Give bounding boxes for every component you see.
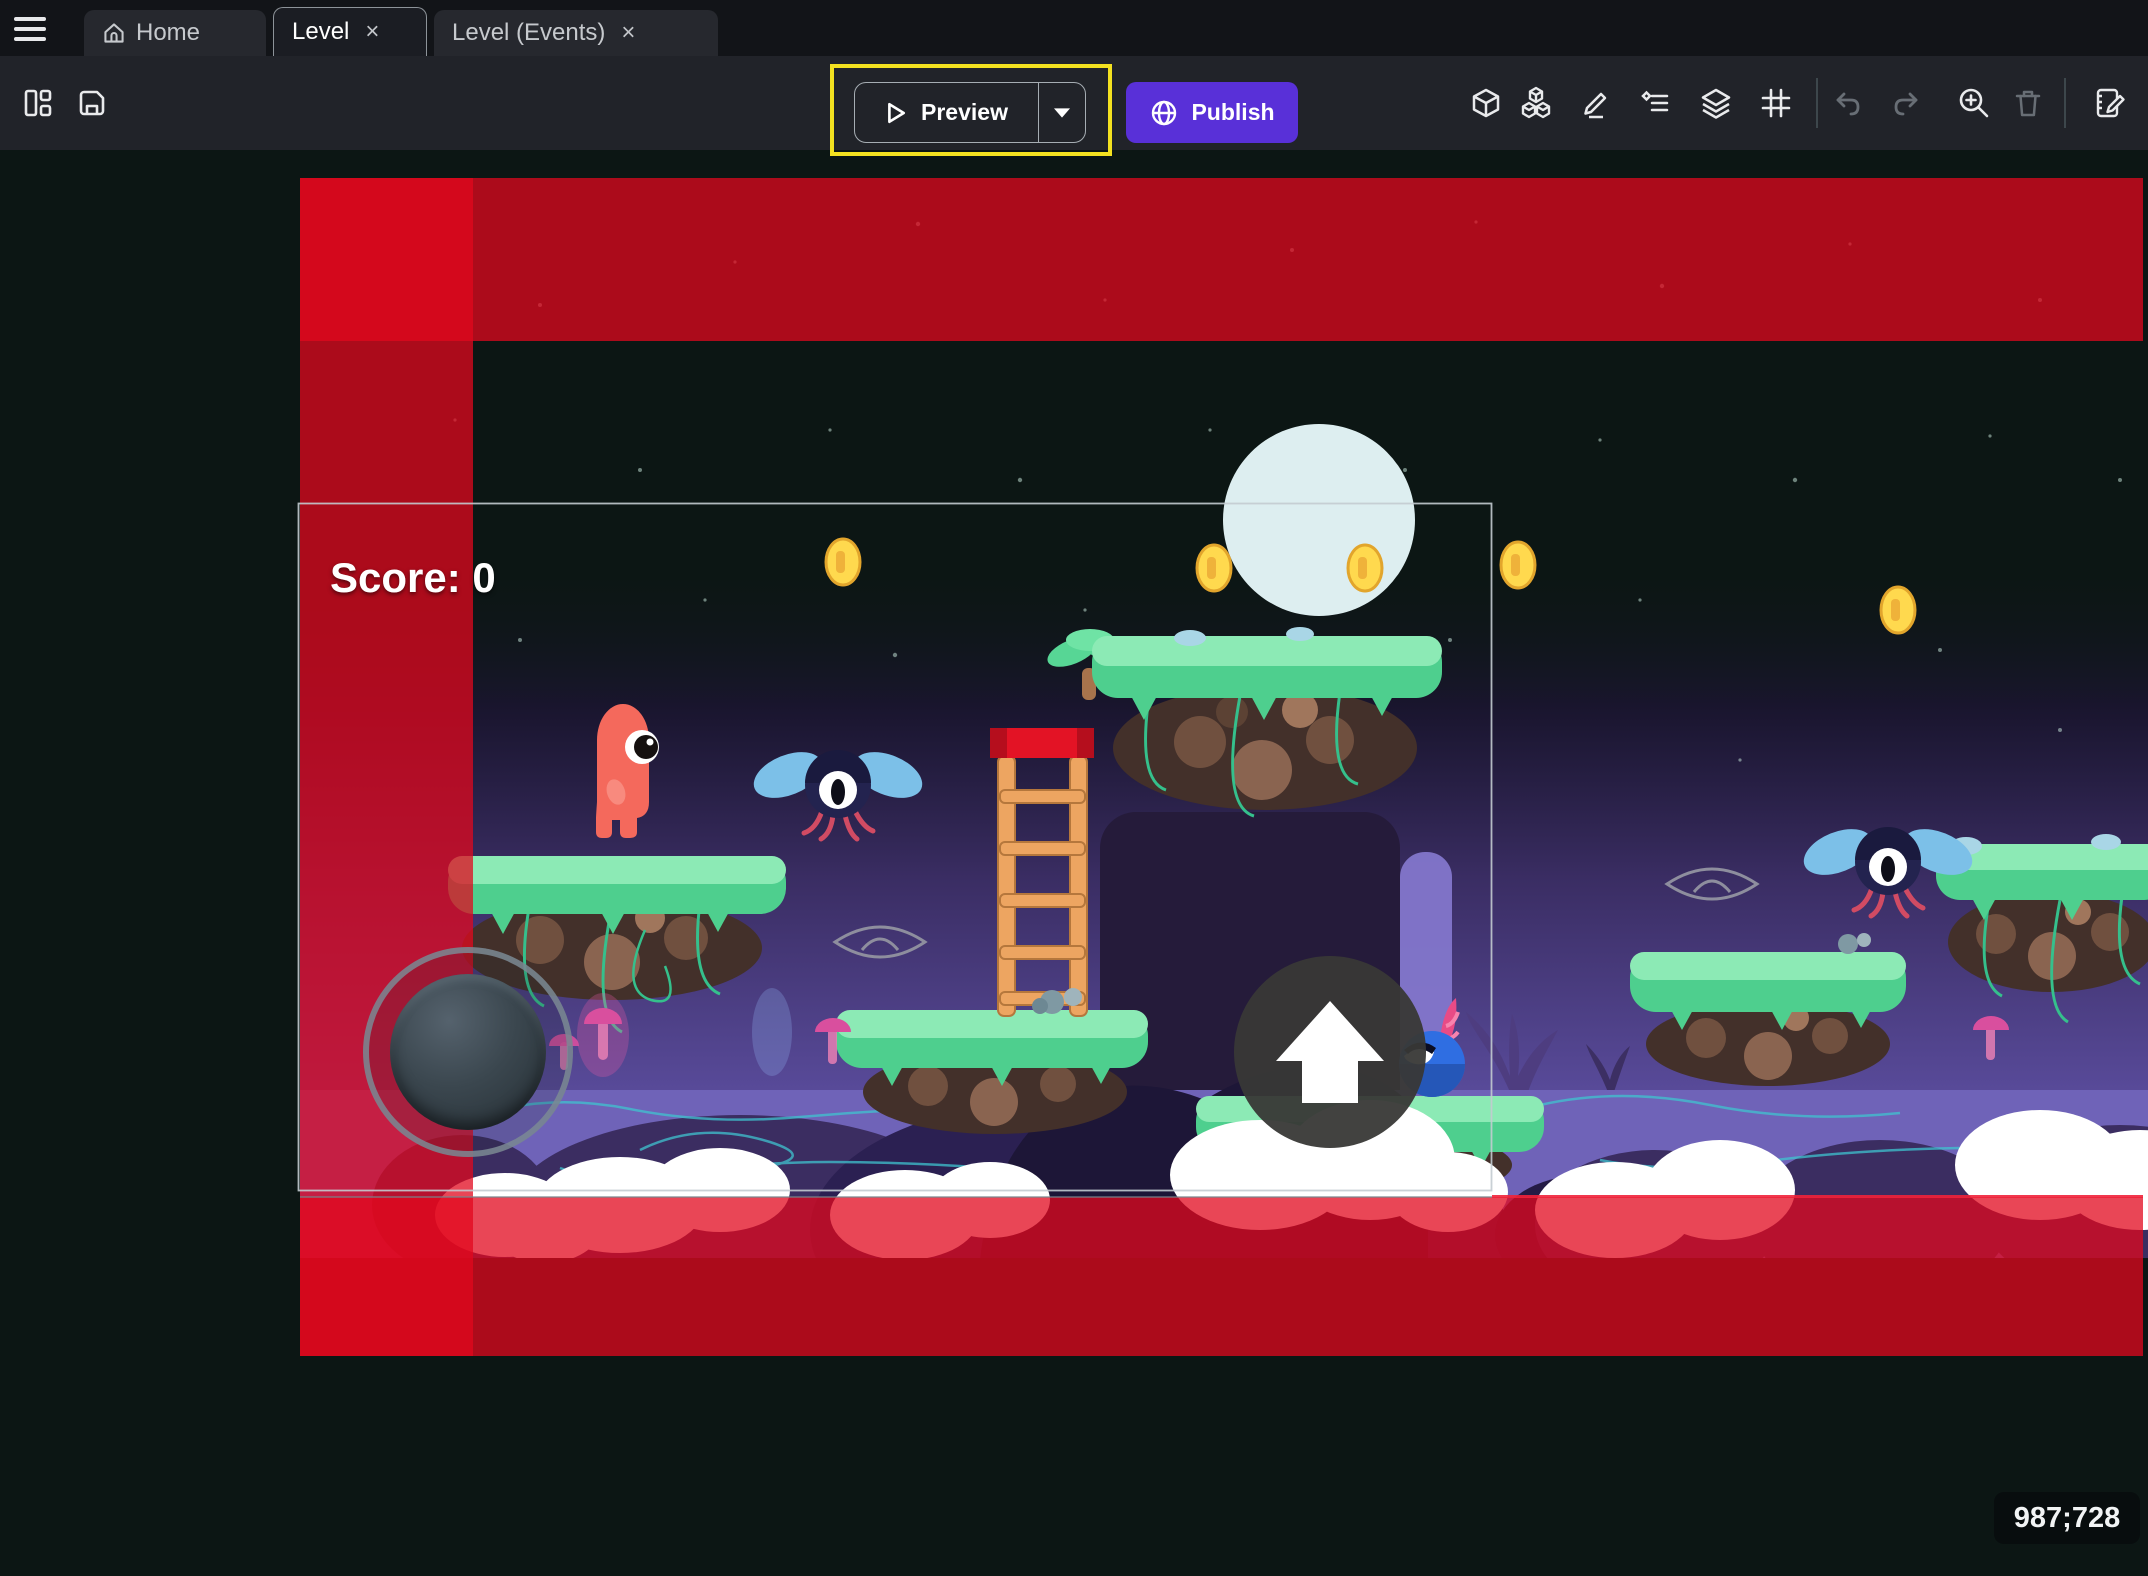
edit-pencil-icon[interactable] [1574,81,1618,125]
joystick-control[interactable] [363,947,573,1157]
score-text: Score: 0 [330,554,496,602]
toolbar-divider [2064,78,2066,128]
hazard-zone-bottom [300,1197,2143,1356]
preview-dropdown-button[interactable] [1038,83,1085,142]
toolbar: Preview Publish [0,56,2148,150]
tab-home[interactable]: Home [84,10,266,56]
island [1630,933,1906,1086]
instances-list-icon[interactable] [1634,81,1678,125]
scene-notes-icon[interactable] [2087,81,2131,125]
tab-level-events-label: Level (Events) [452,19,605,47]
tab-bar: Home Level × Level (Events) × [0,0,2148,56]
hazard-zone-top [300,178,2143,341]
undo-icon[interactable] [1825,81,1869,125]
trash-icon[interactable] [2006,81,2050,125]
play-icon [885,101,907,125]
hazard-zone-left [300,178,473,1356]
globe-icon [1149,98,1179,128]
preview-button[interactable]: Preview [854,82,1086,143]
chevron-down-icon [1054,108,1070,118]
tab-home-label: Home [136,19,200,47]
add-object-icon[interactable] [1464,81,1508,125]
object-groups-icon[interactable] [1514,81,1558,125]
joystick-knob[interactable] [390,974,546,1130]
publish-button[interactable]: Publish [1126,82,1298,143]
layers-icon[interactable] [1694,81,1738,125]
cursor-coordinates: 987;728 [1994,1492,2140,1544]
close-icon[interactable]: × [365,20,379,44]
panels-icon[interactable] [16,81,60,125]
tab-level-label: Level [292,18,349,46]
scene-editor-canvas[interactable]: Score: 0 987;728 [0,150,2148,1576]
game-scene [0,150,2148,1576]
tab-level-events[interactable]: Level (Events) × [434,10,718,56]
close-icon[interactable]: × [621,21,635,45]
zoom-in-icon[interactable] [1952,81,1996,125]
toolbar-divider [1816,78,1818,128]
preview-label: Preview [921,99,1008,126]
moon [1223,424,1415,616]
tab-level[interactable]: Level × [273,7,427,56]
home-icon [102,21,126,45]
publish-label: Publish [1191,99,1274,126]
save-icon[interactable] [70,81,114,125]
preview-button-main[interactable]: Preview [855,83,1038,142]
redo-icon[interactable] [1885,81,1929,125]
menu-icon[interactable] [14,11,60,47]
arrow-up-icon [1272,997,1388,1107]
jump-button[interactable] [1234,956,1426,1148]
grid-icon[interactable] [1754,81,1798,125]
